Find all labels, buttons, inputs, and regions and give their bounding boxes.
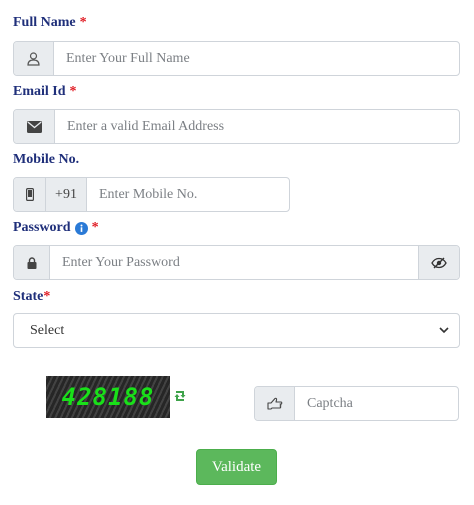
password-group: Enter Your Password: [13, 245, 460, 280]
required-mark: *: [69, 84, 77, 99]
captcha-input[interactable]: Captcha: [295, 387, 458, 420]
user-icon: [14, 42, 54, 75]
required-mark: *: [91, 220, 99, 235]
mobile-label-text: Mobile No.: [13, 152, 80, 167]
full-name-label: Full Name *: [13, 15, 87, 31]
full-name-placeholder: Enter Your Full Name: [66, 50, 190, 66]
email-label-text: Email Id: [13, 84, 66, 99]
state-label: State *: [13, 289, 50, 305]
mobile-input[interactable]: Enter Mobile No.: [87, 178, 289, 211]
lock-icon: [14, 246, 50, 279]
full-name-input[interactable]: Enter Your Full Name: [54, 42, 459, 75]
full-name-group: Enter Your Full Name: [13, 41, 460, 76]
captcha-placeholder: Captcha: [307, 395, 353, 411]
email-placeholder: Enter a valid Email Address: [67, 118, 225, 134]
captcha-group: Captcha: [254, 386, 459, 421]
email-label: Email Id *: [13, 84, 77, 100]
mobile-placeholder: Enter Mobile No.: [99, 186, 198, 202]
password-label-text: Password: [13, 220, 71, 235]
email-group: Enter a valid Email Address: [13, 109, 460, 144]
envelope-icon: [14, 110, 55, 143]
state-selected-value: Select: [30, 322, 65, 338]
email-input[interactable]: Enter a valid Email Address: [55, 110, 459, 143]
country-code: +91: [46, 178, 87, 211]
state-select[interactable]: Select: [13, 313, 460, 348]
captcha-code: 428188: [61, 383, 155, 411]
mobile-label: Mobile No.: [13, 152, 79, 168]
chevron-down-icon: [439, 327, 449, 334]
refresh-icon[interactable]: [172, 386, 188, 406]
required-mark: *: [79, 15, 87, 30]
captcha-image: 428188: [46, 376, 170, 418]
info-icon[interactable]: [74, 221, 88, 235]
mobile-group: +91 Enter Mobile No.: [13, 177, 290, 212]
state-label-text: State: [13, 289, 44, 304]
password-input[interactable]: Enter Your Password: [50, 246, 418, 279]
required-mark: *: [43, 289, 51, 304]
password-label: Password *: [13, 220, 99, 236]
validate-button[interactable]: Validate: [196, 449, 277, 485]
eye-slash-icon[interactable]: [418, 246, 459, 279]
hand-pointer-icon: [255, 387, 295, 420]
mobile-phone-icon: [14, 178, 46, 211]
password-placeholder: Enter Your Password: [62, 254, 180, 270]
full-name-label-text: Full Name: [13, 15, 76, 30]
